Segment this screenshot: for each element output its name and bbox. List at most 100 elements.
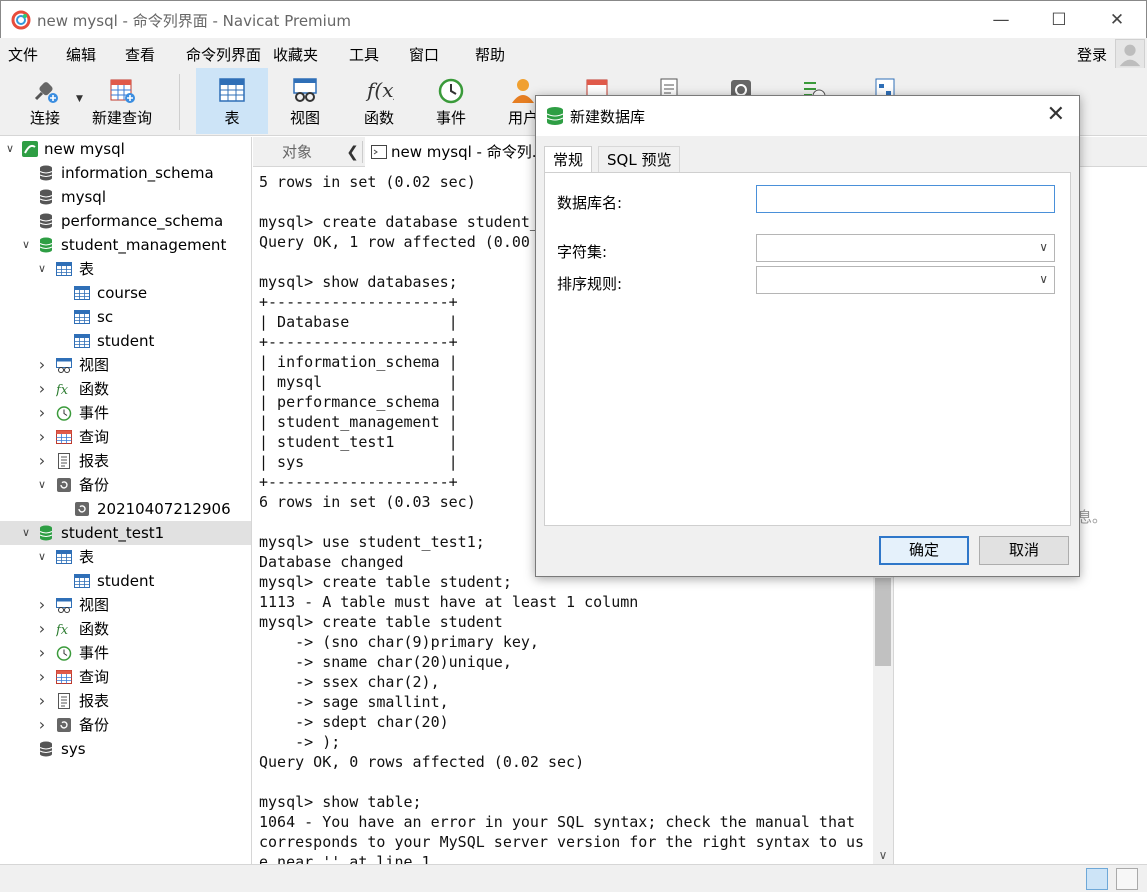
tree-item[interactable]: mysql: [0, 185, 251, 209]
expand-arrow-icon[interactable]: ›: [36, 449, 48, 473]
expand-arrow-icon[interactable]: ›: [36, 641, 48, 665]
tree-item[interactable]: ∨ 表: [0, 545, 251, 569]
collapse-arrow-icon[interactable]: ∨: [4, 137, 16, 161]
table-icon: [74, 574, 90, 588]
expand-arrow-icon[interactable]: ›: [36, 353, 48, 377]
tree-item[interactable]: › 视图: [0, 353, 251, 377]
tree-label: sys: [61, 740, 86, 758]
scroll-down-icon[interactable]: ∨: [873, 848, 893, 862]
tree-item[interactable]: sc: [0, 305, 251, 329]
menu-tools[interactable]: 工具: [349, 44, 379, 65]
avatar[interactable]: [1115, 39, 1145, 69]
collapse-arrow-icon[interactable]: ∨: [20, 521, 32, 545]
collapse-arrow-icon[interactable]: ∨: [36, 473, 48, 497]
login-link[interactable]: 登录: [1077, 44, 1107, 65]
tree-item[interactable]: course: [0, 281, 251, 305]
navicat-logo-icon: [11, 10, 31, 30]
database-icon: [546, 107, 564, 125]
menu-view[interactable]: 查看: [125, 44, 155, 65]
tree-item[interactable]: › fx 函数: [0, 617, 251, 641]
collapse-arrow-icon[interactable]: ∨: [36, 545, 48, 569]
tree-item[interactable]: ∨ 备份: [0, 473, 251, 497]
tab-sql-preview[interactable]: SQL 预览: [598, 146, 681, 172]
cancel-button[interactable]: 取消: [979, 536, 1069, 565]
layout-detail-button[interactable]: [1116, 868, 1138, 890]
expand-arrow-icon[interactable]: ›: [36, 401, 48, 425]
function-button[interactable]: f(x) 函数: [344, 68, 414, 134]
tab-objects[interactable]: 对象: [253, 137, 341, 167]
tree-connection[interactable]: ∨ new mysql: [0, 137, 251, 161]
charset-select[interactable]: ∨: [756, 234, 1055, 262]
tree-item[interactable]: performance_schema: [0, 209, 251, 233]
expand-arrow-icon[interactable]: ›: [36, 617, 48, 641]
minimize-button[interactable]: —: [972, 1, 1030, 39]
tree-item[interactable]: › 报表: [0, 449, 251, 473]
expand-arrow-icon[interactable]: ›: [36, 377, 48, 401]
database-icon: [39, 237, 53, 253]
tree-item[interactable]: sys: [0, 737, 251, 761]
menu-help[interactable]: 帮助: [475, 44, 505, 65]
tab-console[interactable]: new mysql - 命令列...: [365, 137, 555, 167]
menu-favorites[interactable]: 收藏夹: [273, 44, 318, 65]
new-query-button[interactable]: 新建查询: [88, 68, 156, 134]
tree-item[interactable]: › 视图: [0, 593, 251, 617]
db-name-input[interactable]: [756, 185, 1055, 213]
user-label: 用户: [507, 109, 538, 127]
tree-item[interactable]: › 报表: [0, 689, 251, 713]
tree-item[interactable]: › 备份: [0, 713, 251, 737]
tree-item[interactable]: › 事件: [0, 641, 251, 665]
tree-item[interactable]: 20210407212906: [0, 497, 251, 521]
view-button[interactable]: 视图: [270, 68, 340, 134]
tree-item[interactable]: › 事件: [0, 401, 251, 425]
database-icon: [39, 165, 53, 181]
expand-arrow-icon[interactable]: ›: [36, 593, 48, 617]
table-icon: [56, 262, 72, 276]
tree-item[interactable]: student: [0, 569, 251, 593]
svg-text:fx: fx: [56, 623, 69, 637]
collation-select[interactable]: ∨: [756, 266, 1055, 294]
close-icon[interactable]: ✕: [1047, 102, 1065, 127]
connect-dropdown-arrow-icon[interactable]: ▼: [76, 94, 83, 104]
collapse-arrow-icon[interactable]: ∨: [36, 257, 48, 281]
database-icon: [39, 213, 53, 229]
tree-item[interactable]: information_schema: [0, 161, 251, 185]
function-icon: fx: [56, 623, 69, 637]
connect-button[interactable]: 连接: [14, 68, 76, 134]
report-icon: [58, 693, 70, 709]
tree-item[interactable]: › fx 函数: [0, 377, 251, 401]
tree-item[interactable]: ∨ 表: [0, 257, 251, 281]
tree-item[interactable]: ∨ student_management: [0, 233, 251, 257]
tree-item[interactable]: › 查询: [0, 425, 251, 449]
chevron-down-icon: ∨: [1039, 272, 1048, 286]
tree-item[interactable]: student: [0, 329, 251, 353]
expand-arrow-icon[interactable]: ›: [36, 665, 48, 689]
expand-arrow-icon[interactable]: ›: [36, 425, 48, 449]
tab-general[interactable]: 常规: [544, 146, 593, 173]
expand-arrow-icon[interactable]: ›: [36, 713, 48, 737]
menu-console[interactable]: 命令列界面: [186, 44, 261, 65]
layout-list-button[interactable]: [1086, 868, 1108, 890]
window-title: new mysql - 命令列界面 - Navicat Premium: [37, 12, 351, 30]
scrollbar-thumb[interactable]: [875, 578, 891, 666]
backup-icon: [57, 718, 71, 732]
new-database-dialog: 新建数据库 ✕ 常规 SQL 预览 数据库名: 字符集: ∨ 排序规则: ∨ 确…: [535, 95, 1080, 577]
event-button[interactable]: 事件: [416, 68, 486, 134]
query-icon: [56, 670, 72, 684]
close-window-button[interactable]: ✕: [1088, 1, 1146, 39]
database-icon: [39, 189, 53, 205]
tree-label: student: [97, 572, 155, 590]
info-pane-text: 息。: [1077, 508, 1108, 526]
menu-window[interactable]: 窗口: [409, 44, 439, 65]
tab-scroll-left-icon[interactable]: ❮: [343, 141, 363, 163]
menu-file[interactable]: 文件: [8, 44, 38, 65]
expand-arrow-icon[interactable]: ›: [36, 689, 48, 713]
report-icon: [58, 453, 70, 469]
menu-edit[interactable]: 编辑: [66, 44, 96, 65]
tree-item[interactable]: › 查询: [0, 665, 251, 689]
collapse-arrow-icon[interactable]: ∨: [20, 233, 32, 257]
query-table-icon: [110, 79, 135, 103]
table-button[interactable]: 表: [196, 68, 268, 134]
tree-item[interactable]: ∨ student_test1: [0, 521, 251, 545]
maximize-button[interactable]: ☐: [1030, 1, 1088, 39]
ok-button[interactable]: 确定: [879, 536, 969, 565]
